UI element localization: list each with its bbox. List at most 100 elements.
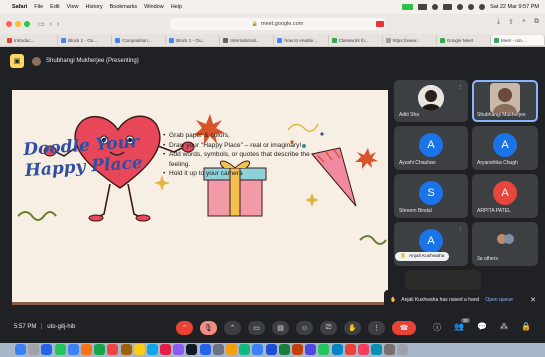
- tab-block1-a[interactable]: Block 1 - Ou...: [58, 35, 113, 45]
- search-icon[interactable]: [468, 4, 475, 10]
- zoom-icon[interactable]: [331, 344, 343, 355]
- participant-tile[interactable]: A Aryanshika Chugh: [472, 126, 538, 170]
- contacts-icon[interactable]: [120, 344, 132, 355]
- emoji-button[interactable]: ☺: [296, 321, 313, 335]
- share-icon[interactable]: ⇪: [508, 18, 514, 26]
- captions-button[interactable]: ▤: [272, 321, 289, 335]
- more-options-icon[interactable]: ⋮: [458, 227, 464, 233]
- word-icon[interactable]: [265, 344, 277, 355]
- end-call-button[interactable]: ☎: [392, 321, 416, 335]
- tab-overview-icon[interactable]: ⧉: [534, 18, 539, 26]
- excel-icon[interactable]: [278, 344, 290, 355]
- tab-label: how to enable...: [284, 37, 317, 43]
- keynote-icon[interactable]: [252, 344, 264, 355]
- address-bar[interactable]: 🔒 meet.google.com: [170, 18, 385, 30]
- tab-favicon-icon: [439, 37, 445, 43]
- tab-google-meet[interactable]: Google Meet: [437, 35, 491, 45]
- tab-introduc[interactable]: Introduc...: [4, 35, 59, 45]
- people-button[interactable]: 👥 38: [454, 318, 470, 333]
- participant-tile[interactable]: ⋮ Aditi Sha: [394, 80, 468, 122]
- pages-icon[interactable]: [226, 344, 237, 355]
- camera-recording-icon[interactable]: [376, 21, 384, 27]
- back-icon[interactable]: ‹: [50, 21, 52, 28]
- participant-name: Shubhangi Mukherjee: [477, 112, 526, 118]
- tab-how-to-enable[interactable]: how to enable...: [274, 35, 329, 45]
- tab-composition[interactable]: Composition...: [112, 35, 167, 45]
- teams-icon[interactable]: [305, 344, 317, 355]
- more-options-icon[interactable]: ⋮: [458, 85, 464, 91]
- powerpoint-icon[interactable]: [291, 344, 303, 355]
- control-center-icon[interactable]: [479, 4, 486, 10]
- menu-edit[interactable]: Edit: [50, 4, 59, 10]
- safari-icon[interactable]: [41, 344, 53, 355]
- zoom-window-button[interactable]: [24, 21, 30, 27]
- participant-tile-others[interactable]: 3a others: [472, 222, 538, 266]
- maps-icon[interactable]: [146, 344, 158, 355]
- open-queue-link[interactable]: Open queue: [485, 297, 513, 303]
- activities-icon[interactable]: ⁂: [500, 322, 508, 333]
- download-icon[interactable]: ⤓: [497, 18, 500, 26]
- numbers-icon[interactable]: [239, 344, 251, 355]
- self-view-tile[interactable]: [405, 270, 481, 290]
- cloud-icon[interactable]: [418, 4, 428, 10]
- camera-options-button[interactable]: ⌃: [224, 321, 241, 335]
- moon-icon[interactable]: [432, 4, 439, 10]
- tab-classwork[interactable]: Classwork fo...: [329, 35, 383, 45]
- camera-indicator-icon[interactable]: [402, 4, 414, 10]
- app-icon[interactable]: [357, 344, 369, 355]
- music-icon[interactable]: [160, 344, 172, 355]
- tab-https[interactable]: https://www...: [383, 35, 437, 45]
- calendar-icon[interactable]: [107, 344, 119, 355]
- participant-tile[interactable]: Shubhangi Mukherjee: [472, 80, 538, 122]
- hand-raised-badge[interactable]: ✋ Anjali Kushwaha: [395, 252, 450, 261]
- participant-tile[interactable]: S Shreem Bindal: [394, 174, 468, 218]
- mail-icon[interactable]: [67, 344, 79, 355]
- photos-icon[interactable]: [80, 344, 92, 355]
- finder-icon[interactable]: [15, 344, 26, 355]
- battery-icon[interactable]: [443, 4, 453, 10]
- wifi-icon[interactable]: [457, 4, 464, 10]
- mic-off-button[interactable]: 🎙: [200, 321, 217, 335]
- chat-icon[interactable]: 💬: [477, 322, 487, 333]
- settings-icon[interactable]: [212, 344, 224, 355]
- trash-icon[interactable]: [397, 344, 409, 355]
- menu-help[interactable]: Help: [171, 4, 182, 10]
- tab-international[interactable]: International...: [220, 35, 275, 45]
- forward-icon[interactable]: ›: [57, 21, 59, 28]
- podcasts-icon[interactable]: [173, 344, 185, 355]
- participant-tile[interactable]: A Ayushi Chauhan: [394, 126, 468, 170]
- menu-history[interactable]: History: [85, 4, 102, 10]
- tv-icon[interactable]: [186, 344, 198, 355]
- camera-button[interactable]: ▭: [248, 321, 265, 335]
- close-window-button[interactable]: [6, 21, 12, 27]
- messages-icon[interactable]: [54, 344, 66, 355]
- menu-app-name[interactable]: Safari: [12, 4, 27, 10]
- mic-options-button[interactable]: ⌃: [176, 321, 193, 335]
- whatsapp-icon[interactable]: [318, 344, 330, 355]
- facetime-icon[interactable]: [94, 344, 106, 355]
- more-options-button[interactable]: ⋮: [368, 321, 385, 335]
- minimize-window-button[interactable]: [15, 21, 21, 27]
- sidebar-toggle-icon[interactable]: ▭: [38, 20, 45, 28]
- menu-bookmarks[interactable]: Bookmarks: [110, 4, 138, 10]
- menu-file[interactable]: File: [34, 4, 43, 10]
- chrome-icon[interactable]: [344, 344, 356, 355]
- present-button[interactable]: ⎚: [320, 321, 337, 335]
- close-icon[interactable]: ✕: [530, 296, 536, 304]
- raise-hand-button[interactable]: ✋: [344, 321, 361, 335]
- menubar-clock[interactable]: Sat 22 Mar 9:57 PM: [490, 4, 539, 10]
- notes-icon[interactable]: [133, 344, 145, 355]
- present-screen-icon[interactable]: ▣: [10, 54, 24, 68]
- info-icon[interactable]: ⓘ: [433, 322, 441, 333]
- host-controls-icon[interactable]: 🔒: [521, 322, 531, 333]
- app-icon[interactable]: [371, 344, 383, 355]
- launchpad-icon[interactable]: [28, 344, 40, 355]
- tab-meet-active[interactable]: Meet - uto-...: [490, 35, 545, 45]
- tab-block1-b[interactable]: Block 1 - Ou...: [166, 35, 221, 45]
- participant-tile[interactable]: A ARPITA PATEL: [472, 174, 538, 218]
- menu-window[interactable]: Window: [144, 4, 164, 10]
- menu-view[interactable]: View: [67, 4, 79, 10]
- downloads-icon[interactable]: [384, 344, 396, 355]
- app-store-icon[interactable]: [199, 344, 211, 355]
- new-tab-icon[interactable]: +: [522, 18, 526, 26]
